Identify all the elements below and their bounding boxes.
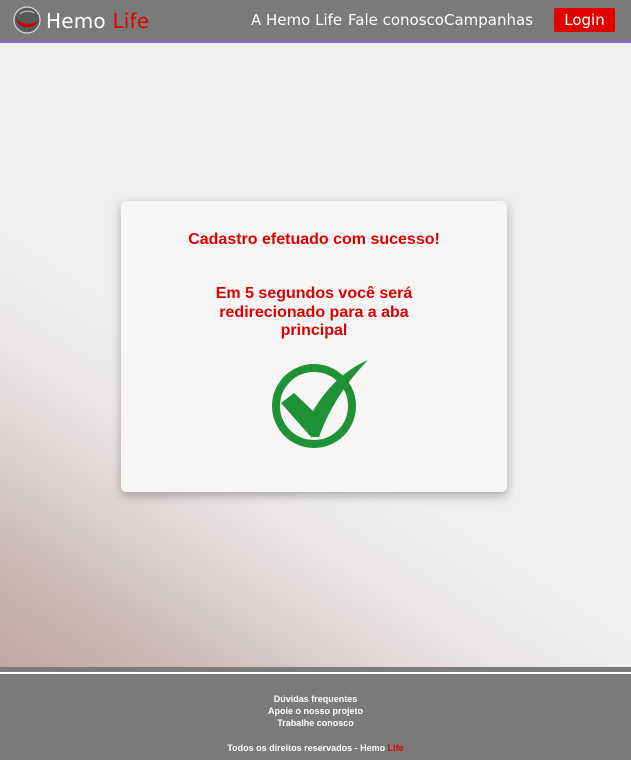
copyright-brand: Life [387, 743, 404, 753]
footer: Dúvidas frequentes Apoie o nosso projeto… [0, 674, 631, 760]
brand-first: Hemo [46, 9, 106, 33]
brand-second: Life [112, 9, 150, 33]
footer-link-work[interactable]: Trabalhe conosco [0, 718, 631, 728]
check-circle-icon [272, 360, 368, 448]
copyright-text: Todos os direitos reservados - Hemo Life [0, 743, 631, 753]
top-navbar: Hemo Life A Hemo Life Fale conosco Campa… [0, 0, 631, 43]
blood-drop-logo-icon[interactable] [13, 6, 41, 34]
nav-link-contact[interactable]: Fale conosco [348, 11, 444, 29]
footer-link-faq[interactable]: Dúvidas frequentes [0, 694, 631, 704]
success-card: Cadastro efetuado com sucesso! Em 5 segu… [121, 201, 507, 492]
success-title: Cadastro efetuado com sucesso! [188, 231, 440, 248]
redirect-message: Em 5 segundos você será redirecionado pa… [215, 285, 413, 339]
footer-link-support[interactable]: Apoie o nosso projeto [0, 706, 631, 716]
nav-link-campaigns[interactable]: Campanhas [444, 11, 533, 29]
login-button[interactable]: Login [554, 8, 615, 32]
nav-link-about[interactable]: A Hemo Life [251, 11, 342, 29]
copyright-prefix: Todos os direitos reservados - Hemo [227, 743, 388, 753]
brand-name[interactable]: Hemo Life [46, 9, 149, 33]
